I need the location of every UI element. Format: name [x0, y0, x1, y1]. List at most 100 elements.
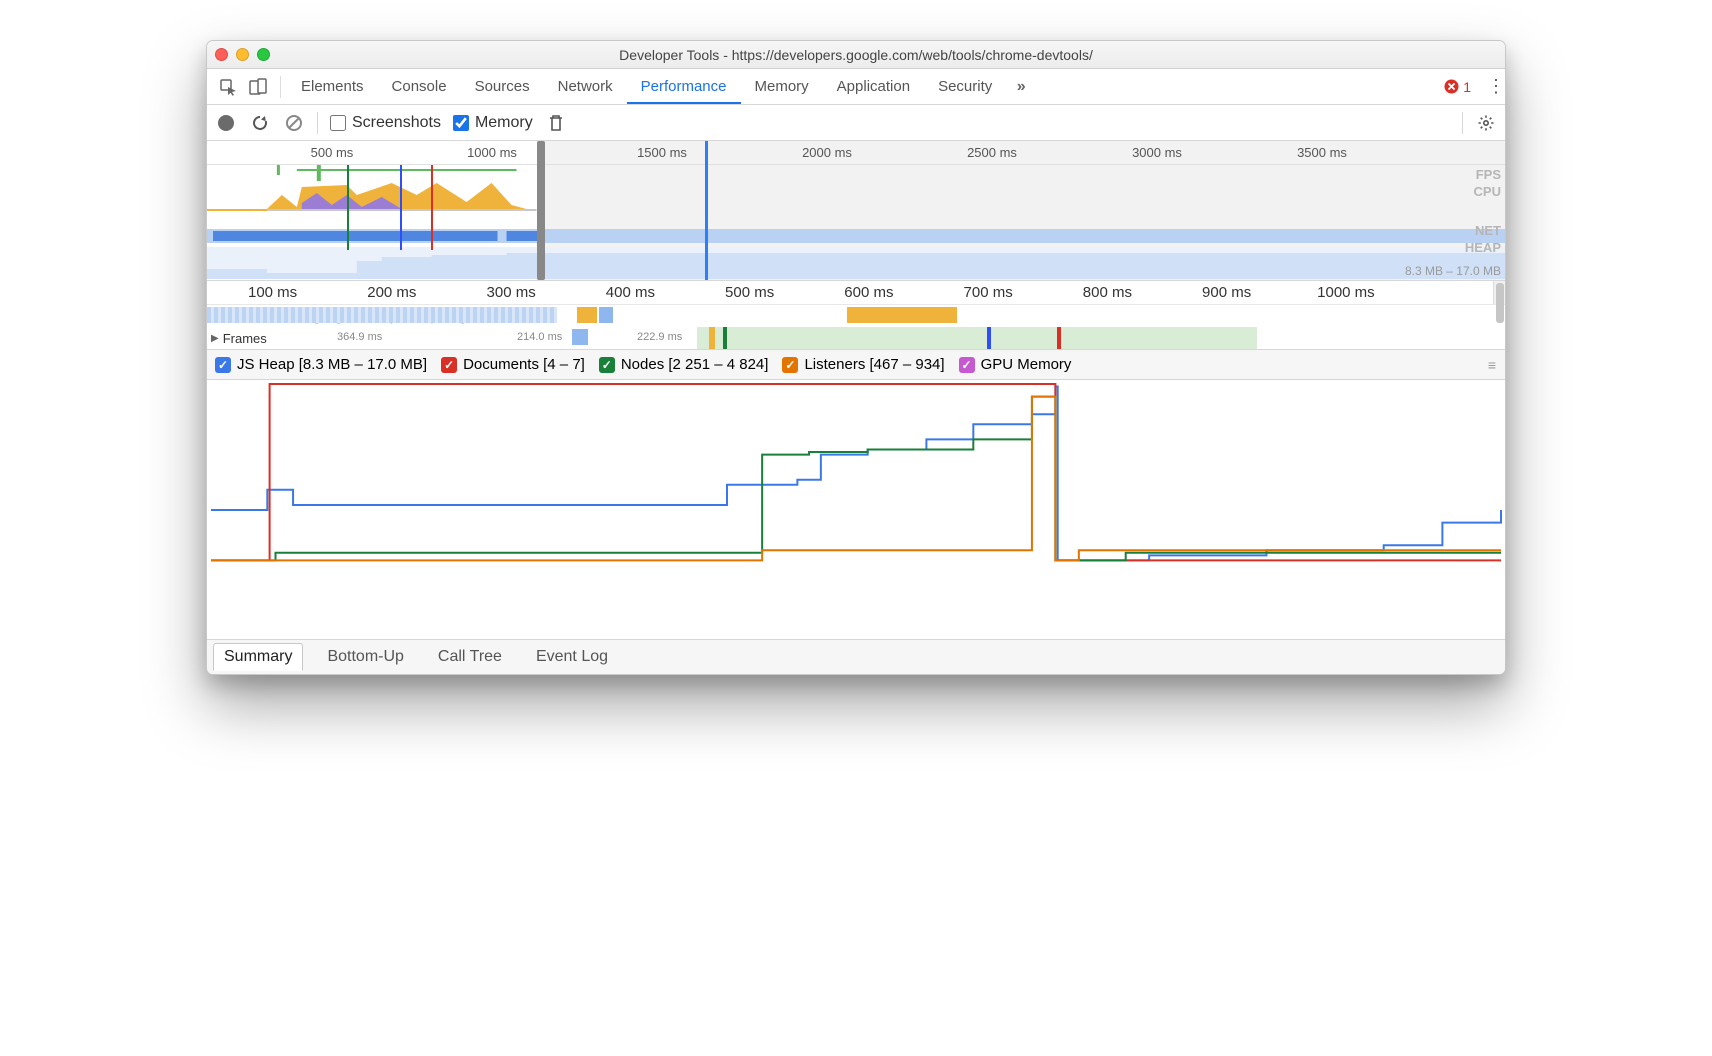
separator: [1462, 112, 1463, 134]
error-count[interactable]: 1: [1436, 79, 1479, 95]
detail-tick: 900 ms: [1202, 284, 1251, 301]
tab-elements[interactable]: Elements: [287, 69, 378, 104]
screenshots-checkbox[interactable]: [330, 115, 346, 131]
screenshots-toggle[interactable]: Screenshots: [330, 114, 441, 132]
frame-marker: [723, 327, 727, 349]
detail-scrollbar[interactable]: [1493, 281, 1505, 304]
flame-chart-lanes[interactable]: ▶ Network loners google com/ (developers…: [207, 305, 1505, 350]
legend-label: Listeners [467 – 934]: [804, 356, 944, 373]
window-titlebar: Developer Tools - https://developers.goo…: [207, 41, 1505, 69]
memory-checkbox[interactable]: [453, 115, 469, 131]
disclosure-triangle-icon[interactable]: ▶: [211, 333, 219, 344]
error-count-value: 1: [1463, 79, 1471, 95]
tab-console[interactable]: Console: [378, 69, 461, 104]
frame-timing: 222.9 ms: [637, 331, 682, 343]
legend-swatch: ✓: [959, 357, 975, 373]
legend-item[interactable]: ✓ JS Heap [8.3 MB – 17.0 MB]: [215, 356, 427, 373]
detail-ruler[interactable]: 100 ms200 ms300 ms400 ms500 ms600 ms700 …: [207, 281, 1505, 305]
tab-memory[interactable]: Memory: [741, 69, 823, 104]
inspect-element-icon[interactable]: [213, 72, 243, 102]
network-request-bar[interactable]: [577, 307, 597, 323]
detail-tick: 300 ms: [487, 284, 536, 301]
details-tab-summary[interactable]: Summary: [213, 643, 303, 671]
overview-tick: 1500 ms: [637, 145, 687, 160]
detail-tick: 800 ms: [1083, 284, 1132, 301]
legend-label: GPU Memory: [981, 356, 1072, 373]
memory-legend: ✓ JS Heap [8.3 MB – 17.0 MB] ✓Documents [4…: [207, 350, 1505, 380]
chart-series-nodes: [211, 397, 1501, 561]
heap-label: HEAP: [1465, 240, 1501, 257]
separator: [273, 76, 281, 98]
close-window-button[interactable]: [215, 48, 228, 61]
maximize-window-button[interactable]: [257, 48, 270, 61]
overview-pane[interactable]: 500 ms 1000 ms 1500 ms 2000 ms 2500 ms 3000 m…: [207, 141, 1505, 281]
cpu-label: CPU: [1465, 184, 1501, 201]
minimize-window-button[interactable]: [236, 48, 249, 61]
garbage-collect-icon[interactable]: [545, 112, 567, 134]
tab-network[interactable]: Network: [544, 69, 627, 104]
frames-lane-label: Frames: [223, 331, 267, 346]
overview-marker-blue: [400, 165, 402, 250]
chart-series-js-heap: [211, 387, 1501, 561]
details-tabs: Summary Bottom-Up Call Tree Event Log: [207, 640, 1505, 674]
overview-tick: 500 ms: [311, 145, 354, 160]
details-tab-call-tree[interactable]: Call Tree: [428, 644, 512, 670]
overview-handle-right[interactable]: [537, 141, 545, 280]
reload-button[interactable]: [249, 112, 271, 134]
legend-swatch: ✓: [782, 357, 798, 373]
tab-sources[interactable]: Sources: [461, 69, 544, 104]
detail-tick: 600 ms: [844, 284, 893, 301]
performance-toolbar: Screenshots Memory: [207, 105, 1505, 141]
screenshots-label: Screenshots: [352, 114, 441, 132]
network-request-bar[interactable]: [599, 307, 613, 323]
details-tab-event-log[interactable]: Event Log: [526, 644, 618, 670]
more-panels-icon[interactable]: »: [1006, 72, 1036, 102]
frame-marker: [709, 327, 715, 349]
overview-tick: 3000 ms: [1132, 145, 1182, 160]
settings-gear-icon[interactable]: [1475, 112, 1497, 134]
network-lane[interactable]: ▶ Network loners google com/ (developers…: [207, 305, 1505, 327]
overview-tick: 1000 ms: [467, 145, 517, 160]
overview-heap-range: 8.3 MB – 17.0 MB: [1405, 264, 1501, 278]
network-request-bar[interactable]: [207, 307, 557, 323]
overview-tick: 2000 ms: [802, 145, 852, 160]
record-button[interactable]: [215, 112, 237, 134]
window-controls: [215, 48, 270, 61]
detail-tick: 1000 ms: [1317, 284, 1375, 301]
tab-security[interactable]: Security: [924, 69, 1006, 104]
overview-tick: 3500 ms: [1297, 145, 1347, 160]
details-tab-bottom-up[interactable]: Bottom-Up: [317, 644, 413, 670]
detail-tick: 400 ms: [606, 284, 655, 301]
device-toolbar-icon[interactable]: [243, 72, 273, 102]
chart-series-listeners: [211, 397, 1501, 561]
legend-label: Nodes [2 251 – 4 824]: [621, 356, 769, 373]
legend-swatch: ✓: [599, 357, 615, 373]
legend-item[interactable]: ✓Documents [4 – 7]: [441, 356, 585, 373]
legend-item[interactable]: ✓ Nodes [2 251 – 4 824]: [599, 356, 769, 373]
overview-tick: 2500 ms: [967, 145, 1017, 160]
legend-item[interactable]: ✓ Listeners [467 – 934]: [782, 356, 944, 373]
frame-marker: [987, 327, 991, 349]
chart-series-documents: [211, 384, 1501, 560]
frame-timing: 214.0 ms: [517, 331, 562, 343]
memory-toggle[interactable]: Memory: [453, 114, 533, 132]
fps-label: FPS: [1465, 167, 1501, 184]
memory-chart[interactable]: [207, 380, 1505, 640]
legend-menu-icon[interactable]: ≡: [1488, 357, 1497, 373]
settings-kebab-icon[interactable]: ⋮: [1479, 76, 1499, 97]
overview-cursor[interactable]: [705, 141, 708, 280]
tab-performance[interactable]: Performance: [627, 69, 741, 104]
network-request-bar[interactable]: [847, 307, 957, 323]
legend-swatch: ✓: [215, 357, 231, 373]
clear-button[interactable]: [283, 112, 305, 134]
tab-application[interactable]: Application: [823, 69, 924, 104]
overview-ruler: 500 ms 1000 ms 1500 ms 2000 ms 2500 ms 3000 m…: [207, 141, 1505, 165]
legend-label: JS Heap [8.3 MB – 17.0 MB]: [237, 356, 427, 373]
frames-lane[interactable]: ▶ Frames 364.9 ms 214.0 ms 222.9 ms: [207, 327, 1505, 349]
tab-row: ElementsConsoleSourcesNetworkPerformance…: [287, 69, 1006, 104]
frame-bar[interactable]: [572, 329, 588, 345]
frames-track[interactable]: [697, 327, 1257, 349]
separator: [317, 112, 318, 134]
frame-timing: 364.9 ms: [337, 331, 382, 343]
legend-item[interactable]: ✓ GPU Memory: [959, 356, 1072, 373]
